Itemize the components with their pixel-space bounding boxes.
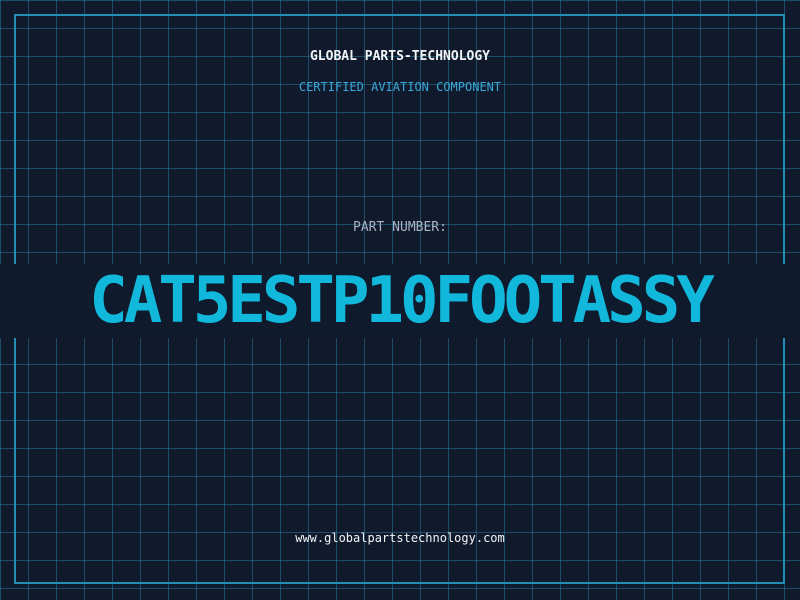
part-number-value: CAT5ESTP10FOOTASSY: [89, 264, 715, 338]
certification-subtitle: CERTIFIED AVIATION COMPONENT: [298, 80, 502, 94]
website-url: www.globalpartstechnology.com: [295, 531, 505, 545]
part-number-band: CAT5ESTP10FOOTASSY: [0, 264, 800, 338]
part-number-label: PART NUMBER:: [353, 220, 447, 235]
company-name: GLOBAL PARTS-TECHNOLOGY: [309, 49, 490, 64]
certificate-page: GLOBAL PARTS-TECHNOLOGY CERTIFIED AVIATI…: [0, 0, 800, 600]
